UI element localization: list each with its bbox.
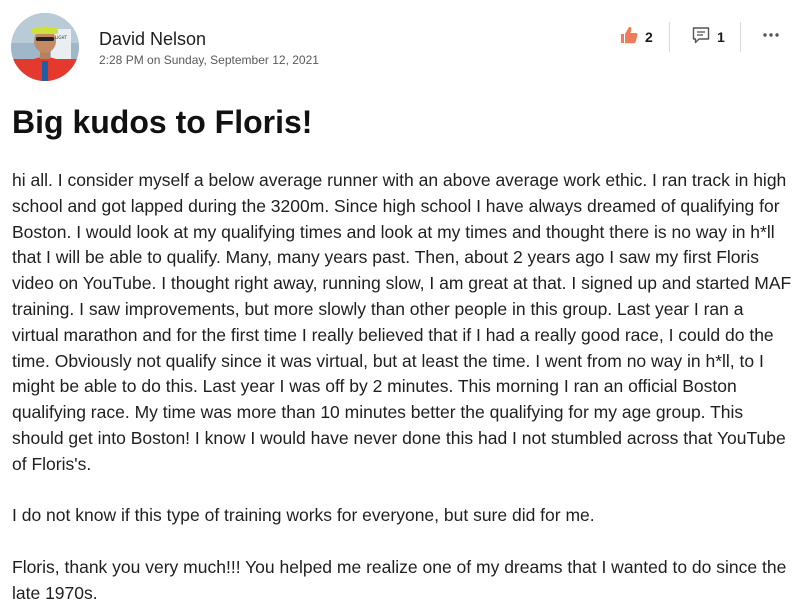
post-paragraph: I do not know if this type of training w… [12, 505, 595, 526]
author-name[interactable]: David Nelson [99, 29, 206, 50]
like-button[interactable]: 2 [619, 22, 653, 52]
author-avatar[interactable]: LIGHT [11, 13, 79, 81]
post-timestamp: 2:28 PM on Sunday, September 12, 2021 [99, 53, 319, 67]
more-icon [762, 25, 780, 50]
action-divider [669, 22, 670, 52]
comment-count: 1 [717, 29, 725, 45]
post-paragraph: hi all. I consider myself a below averag… [12, 170, 792, 474]
like-count: 2 [645, 29, 653, 45]
post-header: LIGHT David Nelson 2:28 PM on Sunday, Se… [0, 0, 800, 90]
action-divider [740, 22, 741, 52]
post-title: Big kudos to Floris! [12, 104, 313, 140]
comment-icon [691, 25, 711, 50]
comment-button[interactable]: 1 [691, 22, 725, 52]
post-paragraph: Floris, thank you very much!!! You helpe… [12, 556, 787, 603]
runner-avatar-image: LIGHT [11, 13, 79, 81]
post-body: hi all. I consider myself a below averag… [12, 168, 792, 607]
more-options-button[interactable] [762, 22, 780, 52]
thumbs-up-icon [619, 25, 639, 50]
svg-text:LIGHT: LIGHT [55, 35, 68, 40]
